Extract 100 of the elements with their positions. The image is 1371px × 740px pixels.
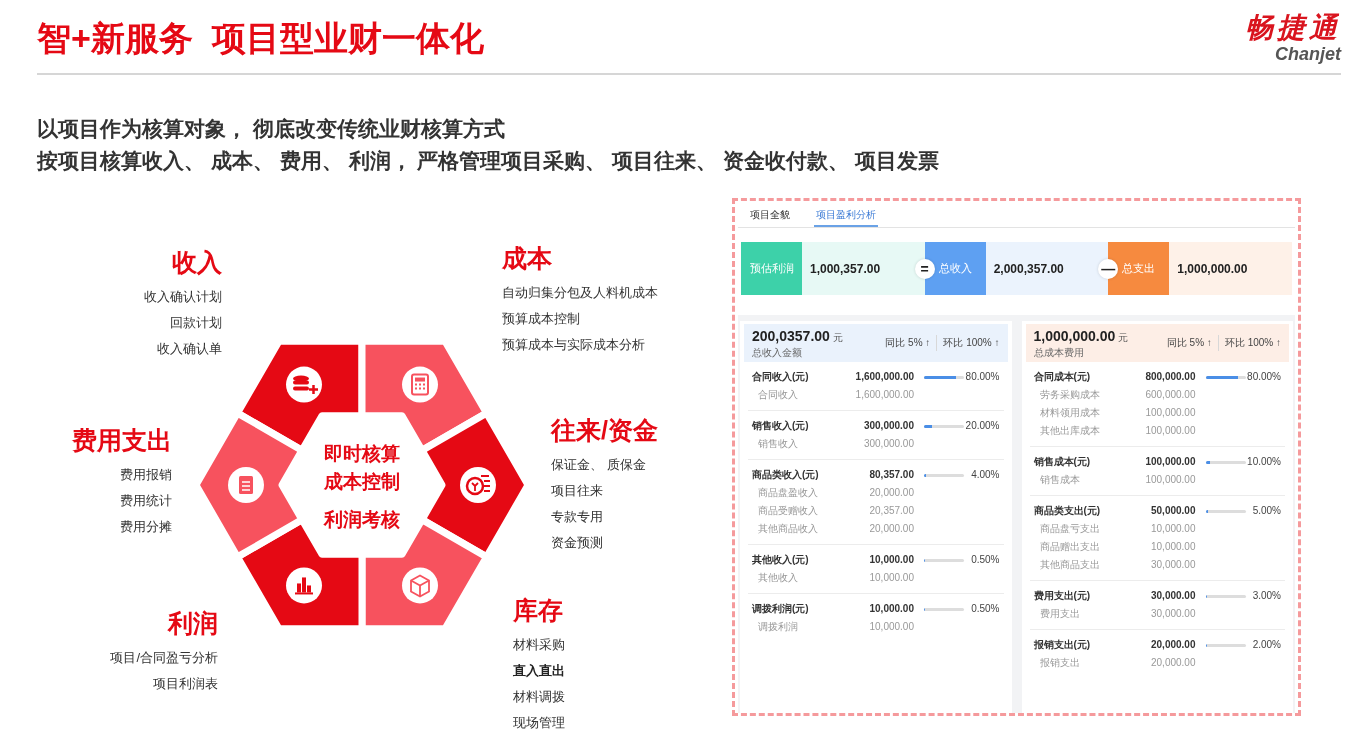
feature-label: 预算成本控制 <box>502 310 580 328</box>
category-label: 报销支出(元) <box>1033 638 1092 652</box>
share-percent: 4.00% <box>971 468 1000 482</box>
item-value: 30,000.00 <box>1150 607 1196 621</box>
feature-label: 保证金、 质保金 <box>551 456 646 474</box>
item-label: 销售收入 <box>757 437 799 451</box>
item-label: 商品赠出支出 <box>1038 540 1101 554</box>
logo-wordmark: 畅捷通 <box>1245 12 1341 44</box>
item-label: 商品受赠收入 <box>757 504 819 518</box>
item-value: 20,357.00 <box>868 504 914 518</box>
feature-label: 直入直出 <box>513 662 565 680</box>
item-value: 10,000.00 <box>1150 540 1196 554</box>
metric-value: 1,000,000.00 <box>1169 242 1292 295</box>
feature-label: 项目/合同盈亏分析 <box>110 649 218 667</box>
item-value: 20,000.00 <box>1150 656 1196 670</box>
category-total: 100,000.00 <box>1144 455 1196 469</box>
item-label: 调拨利润 <box>757 620 799 634</box>
category-heading: 收入 <box>172 247 222 278</box>
clipboard-icon <box>228 467 264 503</box>
category-label: 合同收入(元) <box>752 370 810 384</box>
category-total: 50,000.00 <box>1150 504 1196 518</box>
feature-label: 收入确认计划 <box>144 288 222 306</box>
item-label: 其他商品支出 <box>1038 558 1101 572</box>
item-value: 1,600,000.00 <box>854 388 914 402</box>
feature-label: 专款专用 <box>551 508 603 526</box>
amount-caption: 总收入金额 <box>752 347 803 359</box>
total-amount: 200,0357.00 <box>752 327 830 345</box>
total-amount: 1,000,000.00 <box>1033 327 1116 345</box>
item-label: 销售成本 <box>1038 473 1081 487</box>
item-value: 20,000.00 <box>868 522 914 536</box>
currency-unit: 元 <box>832 331 843 345</box>
share-percent: 20.00% <box>965 419 1000 433</box>
subtitle-line: 按项目核算收入、 成本、 费用、 利润， 严格管理项目采购、 项目往来、 资金收付款、 项目发票 <box>37 148 940 174</box>
category-heading: 往来/资金 <box>551 415 658 446</box>
category-total: 10,000.00 <box>868 602 914 616</box>
item-value: 20,000.00 <box>868 486 914 500</box>
logo-latin-wordmark: Chanjet <box>1275 44 1341 64</box>
tab[interactable]: 项目全貌 <box>748 204 792 227</box>
item-value: 10,000.00 <box>868 620 914 634</box>
category-label: 商品类支出(元) <box>1033 504 1102 518</box>
tab[interactable]: 项目盈利分析 <box>814 204 878 227</box>
item-label: 材料领用成本 <box>1038 406 1101 420</box>
metric-label: 预估利润 <box>741 242 802 295</box>
comparison-label: 同比 5% ↑ <box>1166 336 1212 350</box>
feature-label: 项目利润表 <box>153 675 218 693</box>
comparison-label: 环比 100% ↑ <box>943 336 1000 350</box>
database-plus-icon <box>286 366 322 403</box>
category-total: 1,600,000.00 <box>854 370 914 384</box>
item-label: 商品盘盈收入 <box>757 486 819 500</box>
share-percent: 80.00% <box>965 370 1000 384</box>
category-total: 80,357.00 <box>868 468 914 482</box>
share-percent: 0.50% <box>971 602 1000 616</box>
category-label: 商品类收入(元) <box>752 468 820 482</box>
coin-icon <box>460 467 496 503</box>
item-label: 其他出库成本 <box>1038 424 1101 438</box>
item-value: 10,000.00 <box>1150 522 1196 536</box>
category-label: 销售成本(元) <box>1033 455 1092 469</box>
category-total: 30,000.00 <box>1150 589 1196 603</box>
feature-label: 费用统计 <box>120 492 172 510</box>
box-icon <box>402 567 438 604</box>
feature-label: 材料采购 <box>513 636 565 654</box>
item-label: 费用支出 <box>1038 607 1081 621</box>
category-total: 300,000.00 <box>862 419 914 433</box>
share-percent: 0.50% <box>971 553 1000 567</box>
category-label: 调拨利润(元) <box>752 602 810 616</box>
category-heading: 成本 <box>502 243 552 274</box>
item-label: 商品盘亏支出 <box>1038 522 1101 536</box>
feature-label: 回款计划 <box>170 314 222 332</box>
currency-unit: 元 <box>1118 331 1129 345</box>
share-percent: 80.00% <box>1247 370 1281 384</box>
feature-label: 现场管理 <box>513 714 565 732</box>
category-total: 10,000.00 <box>868 553 914 567</box>
item-label: 其他收入 <box>757 571 799 585</box>
amount-caption: 总成本费用 <box>1033 347 1085 359</box>
item-label: 劳务采购成本 <box>1038 388 1101 402</box>
comparison-label: 环比 100% ↑ <box>1224 336 1281 350</box>
bar-chart-icon <box>286 567 322 604</box>
item-label: 报销支出 <box>1038 656 1081 670</box>
comparison-label: 同比 5% ↑ <box>885 336 931 350</box>
subtitle-line: 以项目作为核算对象， 彻底改变传统业财核算方式 <box>37 116 506 142</box>
share-percent: 3.00% <box>1252 589 1281 603</box>
share-percent: 5.00% <box>1252 504 1281 518</box>
feature-label: 预算成本与实际成本分析 <box>502 336 645 354</box>
feature-label: 资金预测 <box>551 534 603 552</box>
share-percent: 2.00% <box>1252 638 1281 652</box>
center-label: 成本控制 <box>324 470 400 494</box>
share-percent: 10.00% <box>1247 455 1281 469</box>
category-heading: 利润 <box>168 608 218 639</box>
feature-label: 费用分摊 <box>120 518 172 536</box>
category-label: 其他收入(元) <box>752 553 810 567</box>
item-value: 100,000.00 <box>1144 406 1196 420</box>
category-label: 合同成本(元) <box>1033 370 1092 384</box>
feature-label: 自动归集分包及人料机成本 <box>502 284 658 302</box>
feature-label: 收入确认单 <box>157 340 222 358</box>
feature-label: 项目往来 <box>551 482 603 500</box>
operator-badge: — <box>1098 259 1119 279</box>
item-value: 100,000.00 <box>1144 424 1196 438</box>
item-value: 30,000.00 <box>1150 558 1196 572</box>
center-label: 即时核算 <box>324 442 400 466</box>
category-total: 800,000.00 <box>1144 370 1196 384</box>
